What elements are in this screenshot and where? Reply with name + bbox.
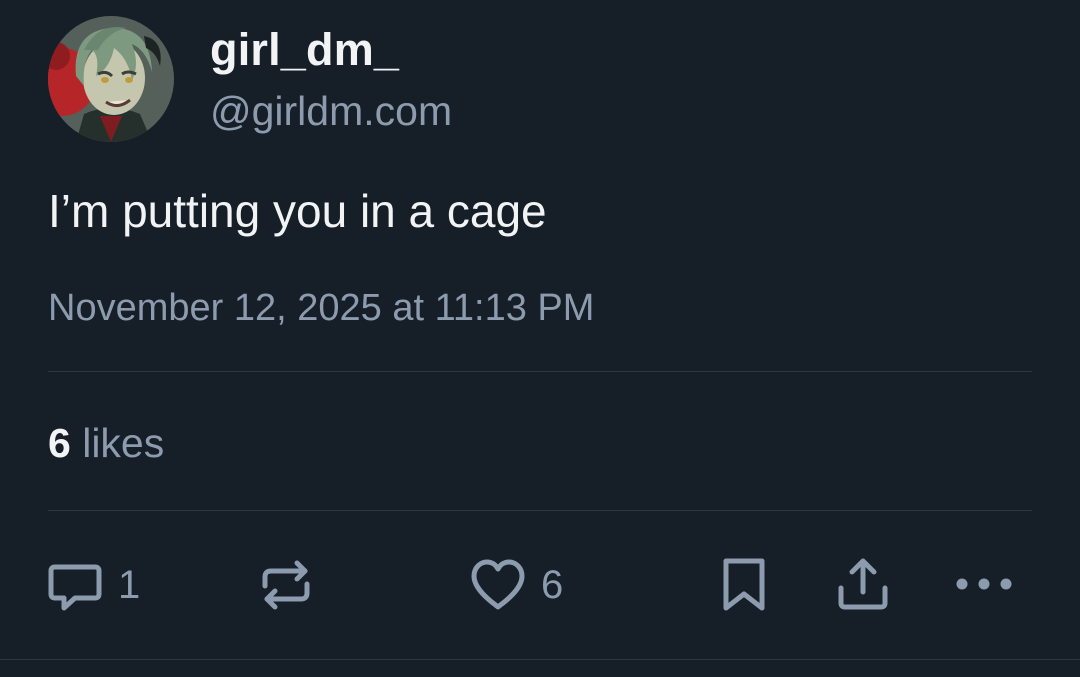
- divider: [48, 371, 1032, 372]
- author-handle[interactable]: @girldm.com: [210, 88, 452, 135]
- reply-button[interactable]: 1: [46, 556, 140, 614]
- share-icon: [838, 558, 888, 610]
- bookmark-icon: [723, 558, 765, 611]
- repost-icon: [262, 560, 310, 610]
- likes-count: 6: [48, 420, 71, 466]
- avatar[interactable]: [48, 16, 174, 142]
- heart-icon: [471, 559, 525, 610]
- likes-label: likes: [82, 420, 165, 466]
- post-timestamp: November 12, 2025 at 11:13 PM: [48, 287, 595, 329]
- share-button[interactable]: [834, 556, 892, 614]
- post-thread-view: girl_dm_ @girldm.com I’m putting you in …: [0, 0, 1080, 677]
- more-options-button[interactable]: [952, 556, 1016, 614]
- divider: [0, 659, 1080, 660]
- like-count: 6: [541, 562, 564, 607]
- more-icon: [956, 578, 1012, 590]
- like-button[interactable]: 6: [469, 556, 563, 614]
- bookmark-button[interactable]: [717, 556, 771, 614]
- reply-count: 1: [118, 562, 141, 607]
- repost-button[interactable]: [257, 556, 315, 614]
- post-text: I’m putting you in a cage: [48, 185, 547, 237]
- reply-icon: [48, 564, 102, 611]
- divider: [48, 510, 1032, 511]
- avatar-anime-character-icon: [48, 16, 174, 142]
- likes-summary[interactable]: 6 likes: [48, 420, 164, 467]
- author-display-name[interactable]: girl_dm_: [210, 24, 399, 76]
